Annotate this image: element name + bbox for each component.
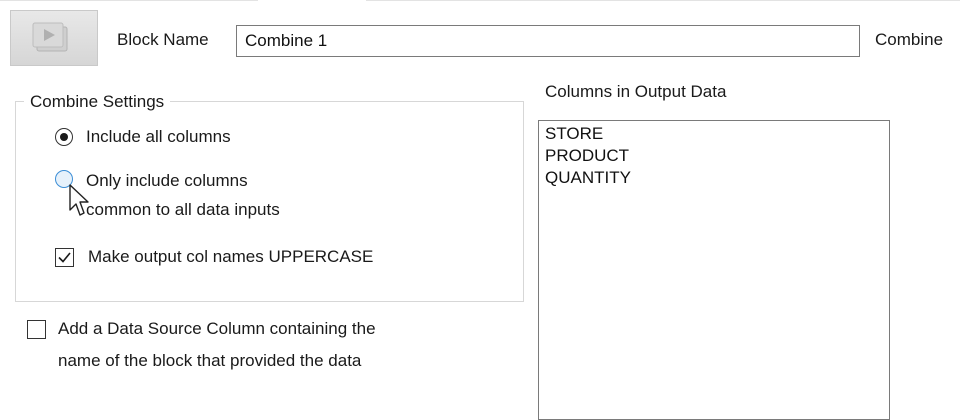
list-item[interactable]: STORE bbox=[545, 123, 883, 145]
block-type-label: Combine bbox=[875, 30, 944, 49]
include-all-columns-label[interactable]: Include all columns bbox=[86, 126, 231, 148]
data-source-label-line2[interactable]: name of the block that provided the data bbox=[58, 350, 361, 372]
combine-settings-title: Combine Settings bbox=[24, 92, 171, 112]
checkmark-icon bbox=[58, 252, 71, 263]
block-play-icon bbox=[32, 22, 68, 52]
block-icon-button[interactable] bbox=[10, 10, 98, 66]
only-common-columns-label-line1[interactable]: Only include columns bbox=[86, 170, 248, 192]
tab-gap bbox=[258, 0, 366, 2]
list-item[interactable]: QUANTITY bbox=[545, 167, 883, 189]
list-item[interactable]: PRODUCT bbox=[545, 145, 883, 167]
block-name-input[interactable] bbox=[236, 25, 860, 57]
include-all-columns-radio[interactable] bbox=[55, 128, 73, 146]
data-source-label-line1[interactable]: Add a Data Source Column containing the bbox=[58, 318, 376, 340]
only-common-columns-label-line2[interactable]: common to all data inputs bbox=[86, 199, 280, 221]
uppercase-checkbox-label[interactable]: Make output col names UPPERCASE bbox=[88, 246, 373, 268]
block-name-label: Block Name bbox=[117, 30, 209, 49]
output-columns-list[interactable]: STORE PRODUCT QUANTITY bbox=[538, 120, 890, 420]
data-source-column-checkbox[interactable] bbox=[27, 320, 46, 339]
mouse-pointer-icon bbox=[69, 184, 89, 216]
uppercase-checkbox[interactable] bbox=[55, 248, 74, 267]
output-columns-title: Columns in Output Data bbox=[545, 82, 727, 101]
top-border bbox=[0, 0, 960, 1]
